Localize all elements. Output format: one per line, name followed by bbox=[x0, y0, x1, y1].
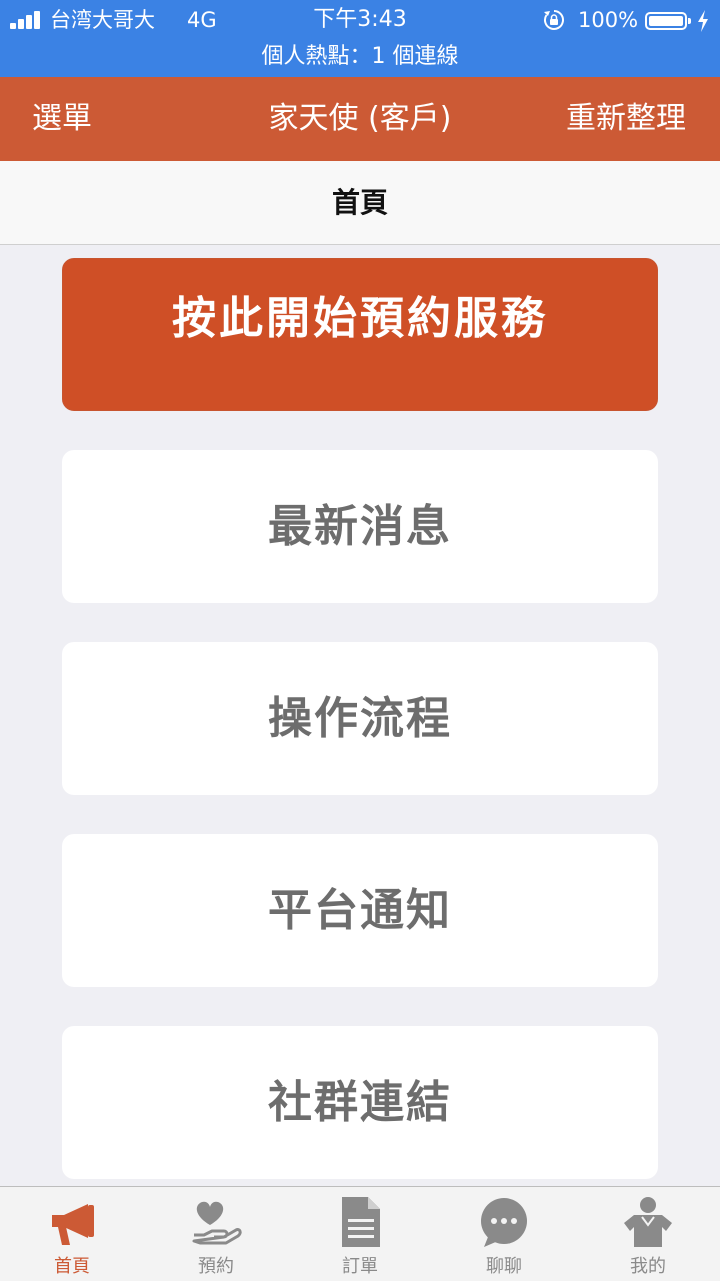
person-icon bbox=[624, 1197, 672, 1247]
platform-notice-button[interactable]: 平台通知 bbox=[62, 834, 658, 987]
social-links-button[interactable]: 社群連結 bbox=[62, 1026, 658, 1179]
rotation-lock-icon bbox=[544, 10, 564, 30]
tab-chat-label: 聊聊 bbox=[486, 1256, 522, 1277]
menu-button[interactable]: 選單 bbox=[32, 77, 92, 161]
nav-bar: 選單 家天使 (客戶) 重新整理 bbox=[0, 77, 720, 161]
tab-home[interactable]: 首頁 bbox=[0, 1187, 144, 1281]
tab-orders-label: 訂單 bbox=[342, 1256, 378, 1277]
hotspot-banner[interactable]: 個人熱點：1 個連線 bbox=[0, 40, 720, 74]
process-guide-button[interactable]: 操作流程 bbox=[62, 642, 658, 795]
battery-icon bbox=[645, 12, 691, 30]
tab-orders[interactable]: 訂單 bbox=[288, 1187, 432, 1281]
tab-home-label: 首頁 bbox=[54, 1256, 90, 1277]
tab-booking[interactable]: 預約 bbox=[144, 1187, 288, 1281]
status-bar: 台湾大哥大 4G 下午3:43 100% 個人熱點：1 個連線 bbox=[0, 0, 720, 77]
charging-icon bbox=[698, 10, 708, 32]
tab-booking-label: 預約 bbox=[198, 1256, 234, 1277]
chat-bubble-icon bbox=[481, 1198, 527, 1247]
refresh-button[interactable]: 重新整理 bbox=[566, 77, 686, 161]
tab-chat[interactable]: 聊聊 bbox=[432, 1187, 576, 1281]
page-title: 首頁 bbox=[0, 161, 720, 245]
battery-percent: 100% bbox=[578, 8, 639, 32]
news-button[interactable]: 最新消息 bbox=[62, 450, 658, 603]
megaphone-icon bbox=[52, 1204, 94, 1245]
heart-hand-icon bbox=[192, 1201, 242, 1245]
tab-bar: 首頁 預約 訂單 聊聊 我的 bbox=[0, 1186, 720, 1281]
tab-profile[interactable]: 我的 bbox=[576, 1187, 720, 1281]
tab-profile-label: 我的 bbox=[630, 1256, 666, 1277]
start-booking-button[interactable]: 按此開始預約服務 bbox=[62, 258, 658, 411]
document-icon bbox=[342, 1197, 380, 1247]
